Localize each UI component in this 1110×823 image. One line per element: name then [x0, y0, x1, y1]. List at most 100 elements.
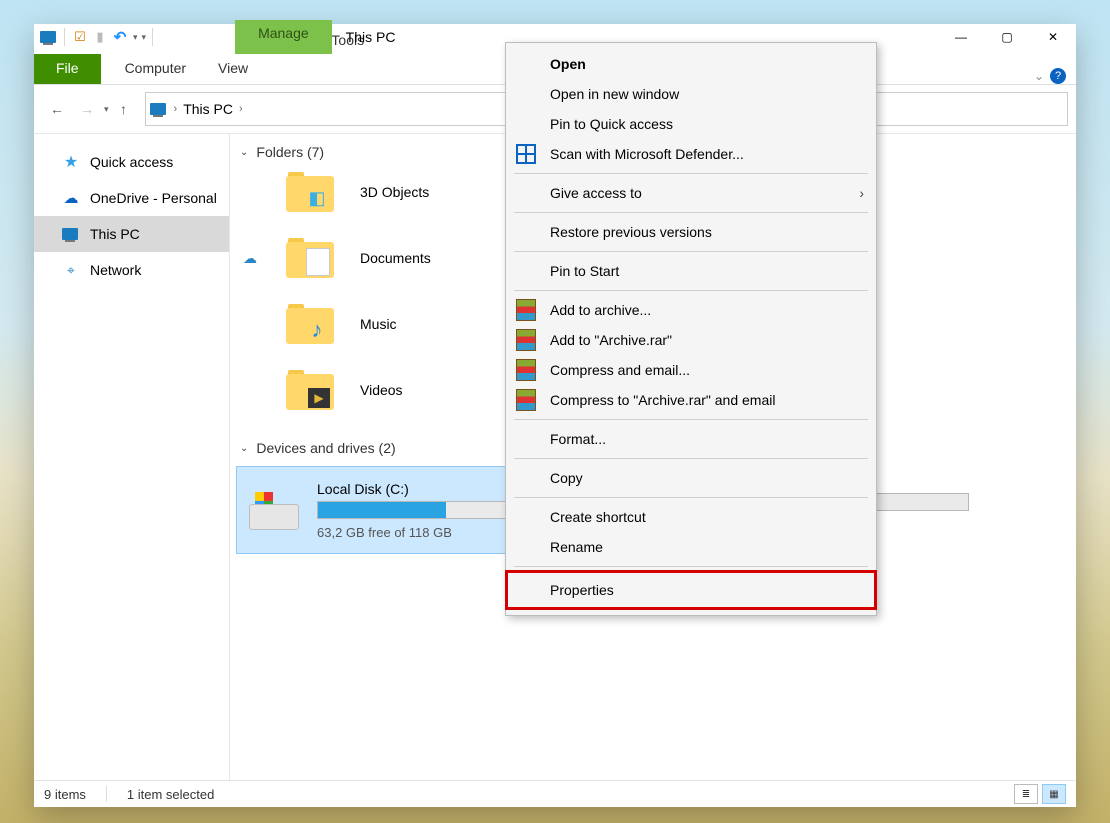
quick-access-toolbar: ☑ ▮ ↶ ▾ ▾	[34, 28, 163, 46]
sidebar-item-label: Quick access	[90, 154, 173, 170]
folder-label: Music	[360, 316, 397, 332]
folder-icon: ▶	[286, 370, 334, 410]
ctx-pin-start[interactable]: Pin to Start	[506, 256, 876, 286]
ctx-label: Scan with Microsoft Defender...	[550, 146, 744, 162]
this-pc-icon	[62, 225, 80, 243]
drive-icon	[245, 486, 301, 534]
ctx-label: Give access to	[550, 185, 642, 201]
tab-computer[interactable]: Computer	[109, 54, 202, 84]
chevron-down-icon: ▾	[133, 32, 138, 43]
status-bar: 9 items 1 item selected ≣ ▦	[34, 780, 1076, 807]
context-menu: Open Open in new window Pin to Quick acc…	[505, 42, 877, 616]
ctx-scan-defender[interactable]: Scan with Microsoft Defender...	[506, 139, 876, 169]
details-view-button[interactable]: ≣	[1014, 784, 1038, 804]
separator	[514, 251, 868, 252]
ctx-label: Add to "Archive.rar"	[550, 332, 672, 348]
folder-icon	[286, 238, 334, 278]
customize-qat-icon[interactable]: ▾	[142, 32, 147, 43]
ctx-label: Compress to "Archive.rar" and email	[550, 392, 775, 408]
sidebar-item-this-pc[interactable]: This PC	[34, 216, 229, 252]
winrar-icon	[516, 330, 536, 350]
sidebar-item-network[interactable]: ⌖ Network	[34, 252, 229, 288]
this-pc-icon	[150, 103, 166, 115]
tab-view[interactable]: View	[202, 54, 264, 84]
folder-icon: ◧	[286, 172, 334, 212]
ctx-create-shortcut[interactable]: Create shortcut	[506, 502, 876, 532]
separator	[514, 458, 868, 459]
separator	[152, 28, 153, 46]
section-title: Folders (7)	[256, 144, 324, 160]
chevron-right-icon[interactable]: ›	[170, 103, 182, 115]
ctx-format[interactable]: Format...	[506, 424, 876, 454]
separator	[514, 497, 868, 498]
separator	[514, 566, 868, 567]
separator	[514, 173, 868, 174]
view-toggle: ≣ ▦	[1014, 784, 1066, 804]
cloud-sync-icon: ☁	[240, 250, 260, 267]
undo-control[interactable]: ↶ ▾	[111, 28, 138, 46]
chevron-down-icon: ⌄	[240, 443, 248, 454]
ctx-properties[interactable]: Properties	[506, 571, 876, 609]
defender-icon	[516, 144, 536, 164]
folder-label: 3D Objects	[360, 184, 429, 200]
ctx-label: Compress and email...	[550, 362, 690, 378]
navigation-pane: ★ Quick access ☁ OneDrive - Personal Thi…	[34, 134, 230, 780]
separator	[514, 290, 868, 291]
chevron-right-icon[interactable]: ›	[235, 103, 247, 115]
help-icon[interactable]: ?	[1050, 68, 1066, 84]
new-folder-icon[interactable]: ▮	[91, 28, 109, 46]
ctx-add-archive[interactable]: Add to archive...	[506, 295, 876, 325]
minimize-button[interactable]: —	[938, 24, 984, 50]
separator	[64, 28, 65, 46]
status-item-count: 9 items	[44, 787, 86, 802]
close-button[interactable]: ✕	[1030, 24, 1076, 50]
separator	[514, 212, 868, 213]
ctx-compress-rar-email[interactable]: Compress to "Archive.rar" and email	[506, 385, 876, 415]
contextual-tab-group: Manage	[235, 24, 332, 50]
window-title: This PC	[346, 29, 396, 45]
ctx-open[interactable]: Open	[506, 49, 876, 79]
maximize-button[interactable]: ▢	[984, 24, 1030, 50]
properties-icon[interactable]: ☑	[71, 28, 89, 46]
collapse-ribbon-icon[interactable]: ⌄	[1034, 69, 1044, 83]
explorer-window: ☑ ▮ ↶ ▾ ▾ Manage This PC — ▢ ✕ File Comp…	[34, 24, 1076, 807]
chevron-down-icon: ⌄	[240, 147, 248, 158]
tiles-view-button[interactable]: ▦	[1042, 784, 1066, 804]
chevron-right-icon: ›	[859, 185, 864, 201]
ctx-open-new-window[interactable]: Open in new window	[506, 79, 876, 109]
folder-label: Videos	[360, 382, 403, 398]
ctx-rename[interactable]: Rename	[506, 532, 876, 562]
back-button[interactable]: ←	[42, 94, 72, 124]
status-selected-count: 1 item selected	[127, 787, 214, 802]
ctx-copy[interactable]: Copy	[506, 463, 876, 493]
undo-icon: ↶	[111, 28, 129, 46]
sidebar-item-label: This PC	[90, 226, 140, 242]
ctx-label: Add to archive...	[550, 302, 651, 318]
ctx-restore-versions[interactable]: Restore previous versions	[506, 217, 876, 247]
sidebar-item-label: Network	[90, 262, 141, 278]
star-icon: ★	[62, 153, 80, 171]
tab-file[interactable]: File	[34, 54, 101, 84]
ctx-add-to-rar[interactable]: Add to "Archive.rar"	[506, 325, 876, 355]
winrar-icon	[516, 300, 536, 320]
up-button[interactable]: ↑	[109, 94, 139, 124]
forward-button[interactable]: →	[72, 94, 102, 124]
winrar-icon	[516, 360, 536, 380]
ribbon-right: ⌄ ?	[1034, 68, 1076, 84]
sidebar-item-label: OneDrive - Personal	[90, 190, 217, 206]
winrar-icon	[516, 390, 536, 410]
separator	[514, 419, 868, 420]
folder-label: Documents	[360, 250, 431, 266]
window-controls: — ▢ ✕	[938, 24, 1076, 50]
ctx-pin-quick-access[interactable]: Pin to Quick access	[506, 109, 876, 139]
ctx-give-access[interactable]: Give access to ›	[506, 178, 876, 208]
sidebar-item-onedrive[interactable]: ☁ OneDrive - Personal	[34, 180, 229, 216]
ctx-compress-email[interactable]: Compress and email...	[506, 355, 876, 385]
separator	[106, 786, 107, 802]
cloud-icon: ☁	[62, 189, 80, 207]
breadcrumb-segment[interactable]: This PC	[183, 101, 233, 117]
folder-icon: ♪	[286, 304, 334, 344]
sidebar-item-quick-access[interactable]: ★ Quick access	[34, 144, 229, 180]
app-icon	[40, 28, 58, 46]
manage-tab-header[interactable]: Manage	[235, 20, 332, 54]
